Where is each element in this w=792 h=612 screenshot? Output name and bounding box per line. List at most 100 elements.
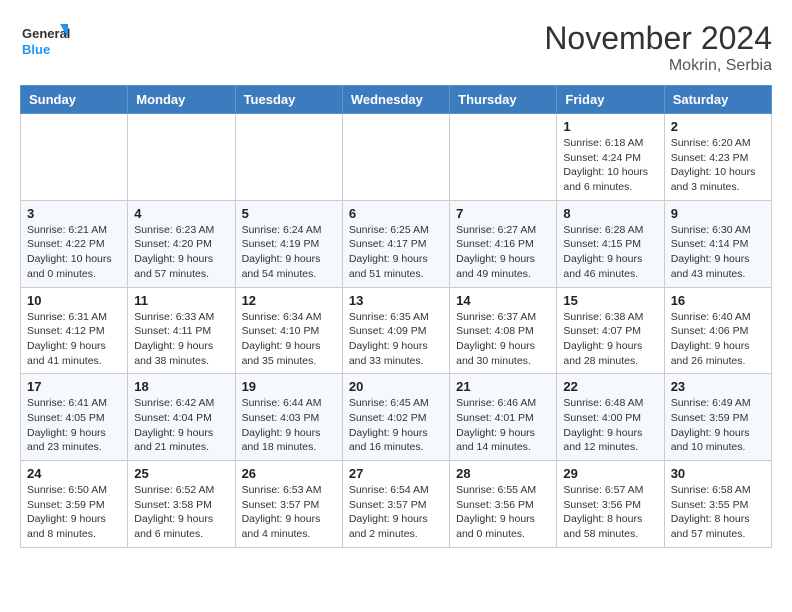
weekday-header: Thursday [450, 86, 557, 114]
day-info: Sunrise: 6:20 AMSunset: 4:23 PMDaylight:… [671, 136, 765, 195]
day-info: Sunrise: 6:44 AMSunset: 4:03 PMDaylight:… [242, 396, 336, 455]
day-number: 4 [134, 206, 228, 221]
day-number: 14 [456, 293, 550, 308]
day-number: 19 [242, 379, 336, 394]
calendar-week-row: 10 Sunrise: 6:31 AMSunset: 4:12 PMDayligh… [21, 287, 772, 374]
day-number: 24 [27, 466, 121, 481]
day-info: Sunrise: 6:41 AMSunset: 4:05 PMDaylight:… [27, 396, 121, 455]
calendar-cell: 6Sunrise: 6:25 AMSunset: 4:17 PMDaylight… [342, 200, 449, 287]
day-number: 17 [27, 379, 121, 394]
day-number: 29 [563, 466, 657, 481]
calendar-cell: 22Sunrise: 6:48 AMSunset: 4:00 PMDayligh… [557, 374, 664, 461]
calendar-cell: 2 Sunrise: 6:20 AMSunset: 4:23 PMDaylight… [664, 114, 771, 201]
calendar-cell [21, 114, 128, 201]
day-info: Sunrise: 6:58 AMSunset: 3:55 PMDaylight:… [671, 483, 765, 542]
day-info: Sunrise: 6:53 AMSunset: 3:57 PMDaylight:… [242, 483, 336, 542]
calendar-cell: 12 Sunrise: 6:34 AMSunset: 4:10 PMDayligh… [235, 287, 342, 374]
weekday-header-row: SundayMondayTuesdayWednesdayThursdayFrid… [21, 86, 772, 114]
day-info: Sunrise: 6:54 AMSunset: 3:57 PMDaylight:… [349, 483, 443, 542]
day-number: 10 [27, 293, 121, 308]
calendar-cell: 18Sunrise: 6:42 AMSunset: 4:04 PMDayligh… [128, 374, 235, 461]
day-info: Sunrise: 6:30 AMSunset: 4:14 PMDaylight:… [671, 223, 765, 282]
page-header: General Blue November 2024 Mokrin, Serbi… [20, 20, 772, 75]
day-number: 22 [563, 379, 657, 394]
calendar-cell [128, 114, 235, 201]
calendar-cell: 30 Sunrise: 6:58 AMSunset: 3:55 PMDayligh… [664, 461, 771, 548]
day-number: 3 [27, 206, 121, 221]
day-number: 21 [456, 379, 550, 394]
day-number: 18 [134, 379, 228, 394]
calendar-cell: 26 Sunrise: 6:53 AMSunset: 3:57 PMDayligh… [235, 461, 342, 548]
calendar-cell: 13 Sunrise: 6:35 AMSunset: 4:09 PMDayligh… [342, 287, 449, 374]
weekday-header: Saturday [664, 86, 771, 114]
calendar-cell: 21Sunrise: 6:46 AMSunset: 4:01 PMDayligh… [450, 374, 557, 461]
day-number: 16 [671, 293, 765, 308]
day-info: Sunrise: 6:49 AMSunset: 3:59 PMDaylight:… [671, 396, 765, 455]
calendar-cell: 27 Sunrise: 6:54 AMSunset: 3:57 PMDayligh… [342, 461, 449, 548]
day-info: Sunrise: 6:50 AMSunset: 3:59 PMDaylight:… [27, 483, 121, 542]
day-number: 7 [456, 206, 550, 221]
day-info: Sunrise: 6:33 AMSunset: 4:11 PMDaylight:… [134, 310, 228, 369]
day-info: Sunrise: 6:31 AMSunset: 4:12 PMDaylight:… [27, 310, 121, 369]
weekday-header: Monday [128, 86, 235, 114]
weekday-header: Sunday [21, 86, 128, 114]
calendar-cell: 29 Sunrise: 6:57 AMSunset: 3:56 PMDayligh… [557, 461, 664, 548]
weekday-header: Friday [557, 86, 664, 114]
calendar-cell: 28Sunrise: 6:55 AMSunset: 3:56 PMDayligh… [450, 461, 557, 548]
calendar-week-row: 3 Sunrise: 6:21 AMSunset: 4:22 PMDaylight… [21, 200, 772, 287]
calendar-cell: 4Sunrise: 6:23 AMSunset: 4:20 PMDaylight… [128, 200, 235, 287]
month-title: November 2024 [544, 20, 772, 57]
day-number: 27 [349, 466, 443, 481]
day-number: 9 [671, 206, 765, 221]
title-block: November 2024 Mokrin, Serbia [544, 20, 772, 75]
day-number: 2 [671, 119, 765, 134]
day-info: Sunrise: 6:28 AMSunset: 4:15 PMDaylight:… [563, 223, 657, 282]
day-info: Sunrise: 6:55 AMSunset: 3:56 PMDaylight:… [456, 483, 550, 542]
calendar-week-row: 17 Sunrise: 6:41 AMSunset: 4:05 PMDayligh… [21, 374, 772, 461]
calendar-cell: 24 Sunrise: 6:50 AMSunset: 3:59 PMDayligh… [21, 461, 128, 548]
day-info: Sunrise: 6:27 AMSunset: 4:16 PMDaylight:… [456, 223, 550, 282]
calendar-week-row: 1Sunrise: 6:18 AMSunset: 4:24 PMDaylight… [21, 114, 772, 201]
calendar-cell: 16 Sunrise: 6:40 AMSunset: 4:06 PMDayligh… [664, 287, 771, 374]
weekday-header: Tuesday [235, 86, 342, 114]
day-number: 20 [349, 379, 443, 394]
calendar-cell: 25Sunrise: 6:52 AMSunset: 3:58 PMDayligh… [128, 461, 235, 548]
calendar-cell: 7 Sunrise: 6:27 AMSunset: 4:16 PMDaylight… [450, 200, 557, 287]
calendar-cell: 20 Sunrise: 6:45 AMSunset: 4:02 PMDayligh… [342, 374, 449, 461]
calendar-cell: 1Sunrise: 6:18 AMSunset: 4:24 PMDaylight… [557, 114, 664, 201]
calendar-cell: 19 Sunrise: 6:44 AMSunset: 4:03 PMDayligh… [235, 374, 342, 461]
calendar-cell: 23 Sunrise: 6:49 AMSunset: 3:59 PMDayligh… [664, 374, 771, 461]
day-number: 12 [242, 293, 336, 308]
day-number: 6 [349, 206, 443, 221]
day-info: Sunrise: 6:57 AMSunset: 3:56 PMDaylight:… [563, 483, 657, 542]
svg-text:Blue: Blue [22, 42, 50, 57]
day-number: 30 [671, 466, 765, 481]
calendar-table: SundayMondayTuesdayWednesdayThursdayFrid… [20, 85, 772, 548]
calendar-cell: 8 Sunrise: 6:28 AMSunset: 4:15 PMDaylight… [557, 200, 664, 287]
location-title: Mokrin, Serbia [544, 57, 772, 75]
calendar-cell [342, 114, 449, 201]
day-number: 8 [563, 206, 657, 221]
day-info: Sunrise: 6:24 AMSunset: 4:19 PMDaylight:… [242, 223, 336, 282]
day-number: 5 [242, 206, 336, 221]
logo-icon: General Blue [20, 20, 70, 60]
day-info: Sunrise: 6:34 AMSunset: 4:10 PMDaylight:… [242, 310, 336, 369]
day-info: Sunrise: 6:35 AMSunset: 4:09 PMDaylight:… [349, 310, 443, 369]
calendar-cell: 15Sunrise: 6:38 AMSunset: 4:07 PMDayligh… [557, 287, 664, 374]
weekday-header: Wednesday [342, 86, 449, 114]
day-number: 23 [671, 379, 765, 394]
day-number: 1 [563, 119, 657, 134]
calendar-cell: 9 Sunrise: 6:30 AMSunset: 4:14 PMDaylight… [664, 200, 771, 287]
day-number: 26 [242, 466, 336, 481]
calendar-week-row: 24 Sunrise: 6:50 AMSunset: 3:59 PMDayligh… [21, 461, 772, 548]
day-info: Sunrise: 6:21 AMSunset: 4:22 PMDaylight:… [27, 223, 121, 282]
calendar-cell [235, 114, 342, 201]
calendar-cell: 11Sunrise: 6:33 AMSunset: 4:11 PMDayligh… [128, 287, 235, 374]
day-info: Sunrise: 6:37 AMSunset: 4:08 PMDaylight:… [456, 310, 550, 369]
calendar-cell: 17 Sunrise: 6:41 AMSunset: 4:05 PMDayligh… [21, 374, 128, 461]
day-info: Sunrise: 6:45 AMSunset: 4:02 PMDaylight:… [349, 396, 443, 455]
calendar-cell: 5 Sunrise: 6:24 AMSunset: 4:19 PMDaylight… [235, 200, 342, 287]
day-info: Sunrise: 6:52 AMSunset: 3:58 PMDaylight:… [134, 483, 228, 542]
day-number: 13 [349, 293, 443, 308]
day-info: Sunrise: 6:40 AMSunset: 4:06 PMDaylight:… [671, 310, 765, 369]
